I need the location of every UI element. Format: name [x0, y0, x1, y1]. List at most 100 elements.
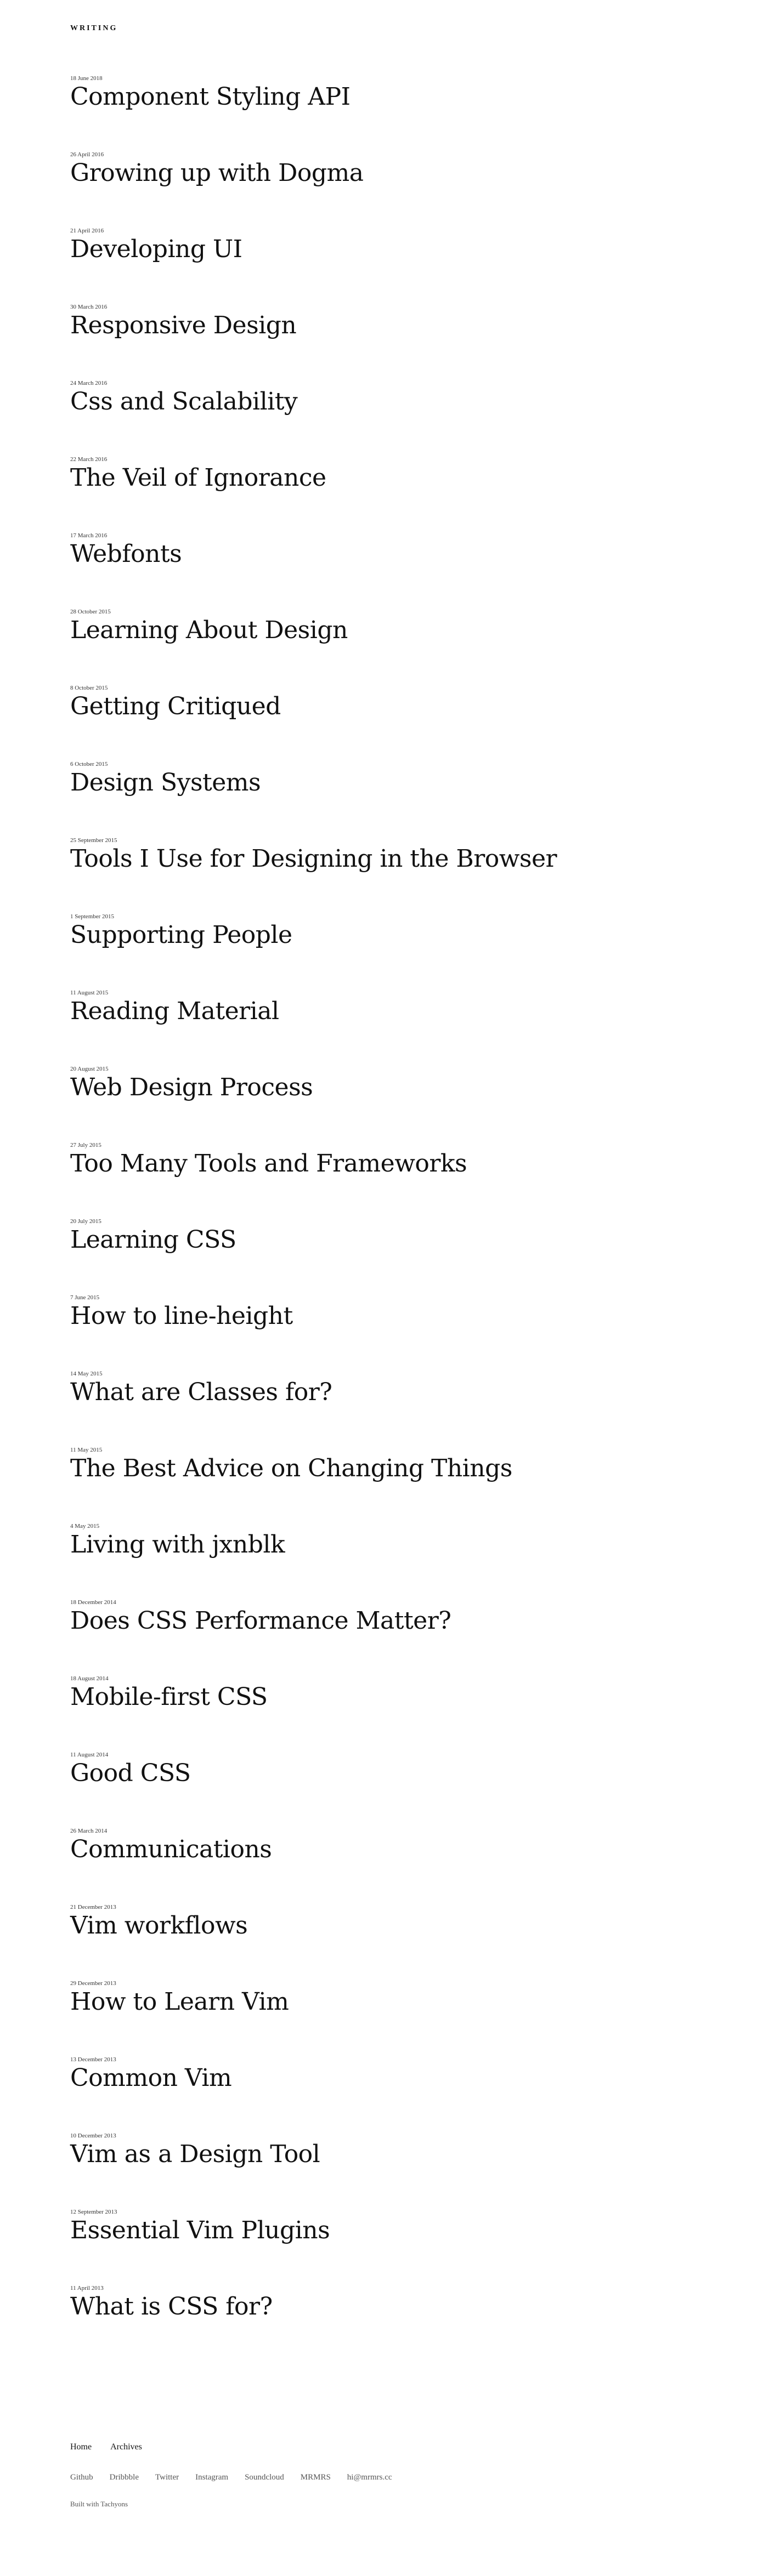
post-title-link[interactable]: How to Learn Vim [70, 1987, 701, 2017]
post-title-link[interactable]: Tools I Use for Designing in the Browser [70, 844, 701, 874]
post-date: 10 December 2013 [70, 2133, 116, 2139]
post-item: 24 March 2016 Css and Scalability [70, 379, 701, 456]
post-date: 12 September 2013 [70, 2209, 117, 2215]
social-link[interactable]: Instagram [195, 2473, 228, 2482]
post-title-link[interactable]: Growing up with Dogma [70, 158, 701, 188]
post-item: 22 March 2016 The Veil of Ignorance [70, 456, 701, 532]
post-title-link[interactable]: Learning About Design [70, 616, 701, 645]
post-item: 8 October 2015 Getting Critiqued [70, 684, 701, 760]
post-title-link[interactable]: Too Many Tools and Frameworks [70, 1149, 701, 1179]
footer-nav-link-archives[interactable]: Archives [110, 2442, 142, 2452]
post-date: 27 July 2015 [70, 1142, 101, 1148]
post-date: 24 March 2016 [70, 380, 108, 386]
post-item: 6 October 2015 Design Systems [70, 760, 701, 837]
post-item: 30 March 2016 Responsive Design [70, 303, 701, 379]
post-date: 20 July 2015 [70, 1218, 101, 1225]
post-date: 26 April 2016 [70, 151, 104, 158]
post-title-link[interactable]: Vim workflows [70, 1911, 701, 1941]
post-date: 13 December 2013 [70, 2056, 116, 2063]
post-date: 21 April 2016 [70, 228, 104, 234]
post-item: 26 March 2014 Communications [70, 1827, 701, 1903]
post-date: 21 December 2013 [70, 1904, 116, 1910]
post-item: 11 May 2015 The Best Advice on Changing T… [70, 1446, 701, 1522]
credit: Built with Tachyons [70, 2500, 392, 2509]
post-item: 11 April 2013 What is CSS for? [70, 2284, 701, 2361]
post-date: 29 December 2013 [70, 1980, 116, 1987]
post-item: 11 August 2014 Good CSS [70, 1751, 701, 1827]
post-title-link[interactable]: What are Classes for? [70, 1378, 701, 1407]
post-title-link[interactable]: What is CSS for? [70, 2292, 701, 2322]
post-item: 18 August 2014 Mobile-first CSS [70, 1675, 701, 1751]
post-title-link[interactable]: The Veil of Ignorance [70, 463, 701, 493]
post-item: 13 December 2013 Common Vim [70, 2056, 701, 2132]
post-date: 18 August 2014 [70, 1675, 109, 1682]
social-link[interactable]: Soundcloud [245, 2473, 284, 2482]
post-title-link[interactable]: Communications [70, 1835, 701, 1864]
post-title-link[interactable]: Good CSS [70, 1759, 701, 1788]
post-date: 8 October 2015 [70, 685, 108, 691]
post-title-link[interactable]: Web Design Process [70, 1073, 701, 1102]
post-date: 20 August 2015 [70, 1066, 109, 1072]
post-item: 18 June 2018 Component Styling API [70, 75, 701, 151]
post-item: 18 December 2014 Does CSS Performance Mat… [70, 1599, 701, 1675]
post-date: 11 May 2015 [70, 1447, 103, 1453]
post-item: 27 July 2015 Too Many Tools and Framework… [70, 1141, 701, 1218]
post-title-link[interactable]: Supporting People [70, 920, 701, 950]
post-item: 12 September 2013 Essential Vim Plugins [70, 2208, 701, 2284]
credit-link[interactable]: Built with Tachyons [70, 2500, 128, 2508]
social-link[interactable]: MRMRS [301, 2473, 331, 2482]
footer: Home Archives Github Dribbble Twitter Instag… [70, 2442, 392, 2509]
post-title-link[interactable]: Living with jxnblk [70, 1530, 701, 1560]
post-list: 18 June 2018 Component Styling API 26 Apri… [70, 75, 701, 2361]
post-item: 4 May 2015 Living with jxnblk [70, 1522, 701, 1599]
post-item: 11 August 2015 Reading Material [70, 989, 701, 1065]
post-date: 28 October 2015 [70, 609, 111, 615]
footer-nav-link-home[interactable]: Home [70, 2442, 92, 2452]
post-item: 21 December 2013 Vim workflows [70, 1903, 701, 1980]
post-date: 11 August 2015 [70, 990, 109, 996]
post-date: 11 August 2014 [70, 1752, 109, 1758]
social-link[interactable]: Dribbble [110, 2473, 139, 2482]
post-date: 25 September 2015 [70, 837, 117, 844]
post-date: 1 September 2015 [70, 913, 115, 920]
post-date: 30 March 2016 [70, 304, 108, 310]
post-title-link[interactable]: The Best Advice on Changing Things [70, 1454, 701, 1483]
site-title-link[interactable]: WRITING [70, 24, 117, 32]
post-date: 18 June 2018 [70, 75, 103, 82]
post-title-link[interactable]: Common Vim [70, 2063, 701, 2093]
footer-nav: Home Archives [70, 2442, 392, 2452]
social-link[interactable]: Github [70, 2473, 93, 2482]
post-title-link[interactable]: How to line-height [70, 1301, 701, 1331]
post-title-link[interactable]: Getting Critiqued [70, 692, 701, 721]
post-date: 18 December 2014 [70, 1599, 116, 1606]
post-title-link[interactable]: Css and Scalability [70, 387, 701, 417]
post-title-link[interactable]: Webfonts [70, 539, 701, 569]
post-item: 21 April 2016 Developing UI [70, 227, 701, 303]
site-header: WRITING [70, 22, 117, 33]
post-date: 11 April 2013 [70, 2285, 104, 2291]
post-date: 6 October 2015 [70, 761, 108, 767]
post-item: 20 July 2015 Learning CSS [70, 1218, 701, 1294]
post-title-link[interactable]: Learning CSS [70, 1225, 701, 1255]
post-date: 4 May 2015 [70, 1523, 100, 1529]
post-title-link[interactable]: Developing UI [70, 235, 701, 264]
post-title-link[interactable]: Mobile-first CSS [70, 1682, 701, 1712]
post-title-link[interactable]: Vim as a Design Tool [70, 2140, 701, 2169]
post-date: 22 March 2016 [70, 456, 108, 463]
post-title-link[interactable]: Component Styling API [70, 82, 701, 112]
post-item: 26 April 2016 Growing up with Dogma [70, 151, 701, 227]
social-link[interactable]: hi@mrmrs.cc [347, 2473, 392, 2482]
post-title-link[interactable]: Responsive Design [70, 311, 701, 340]
post-item: 29 December 2013 How to Learn Vim [70, 1980, 701, 2056]
post-item: 14 May 2015 What are Classes for? [70, 1370, 701, 1446]
post-title-link[interactable]: Does CSS Performance Matter? [70, 1606, 701, 1636]
post-item: 1 September 2015 Supporting People [70, 913, 701, 989]
post-title-link[interactable]: Design Systems [70, 768, 701, 798]
post-item: 25 September 2015 Tools I Use for Designi… [70, 837, 701, 913]
post-date: 14 May 2015 [70, 1371, 103, 1377]
post-title-link[interactable]: Essential Vim Plugins [70, 2216, 701, 2245]
post-title-link[interactable]: Reading Material [70, 997, 701, 1026]
post-item: 10 December 2013 Vim as a Design Tool [70, 2132, 701, 2208]
post-item: 7 June 2015 How to line-height [70, 1294, 701, 1370]
social-link[interactable]: Twitter [155, 2473, 179, 2482]
